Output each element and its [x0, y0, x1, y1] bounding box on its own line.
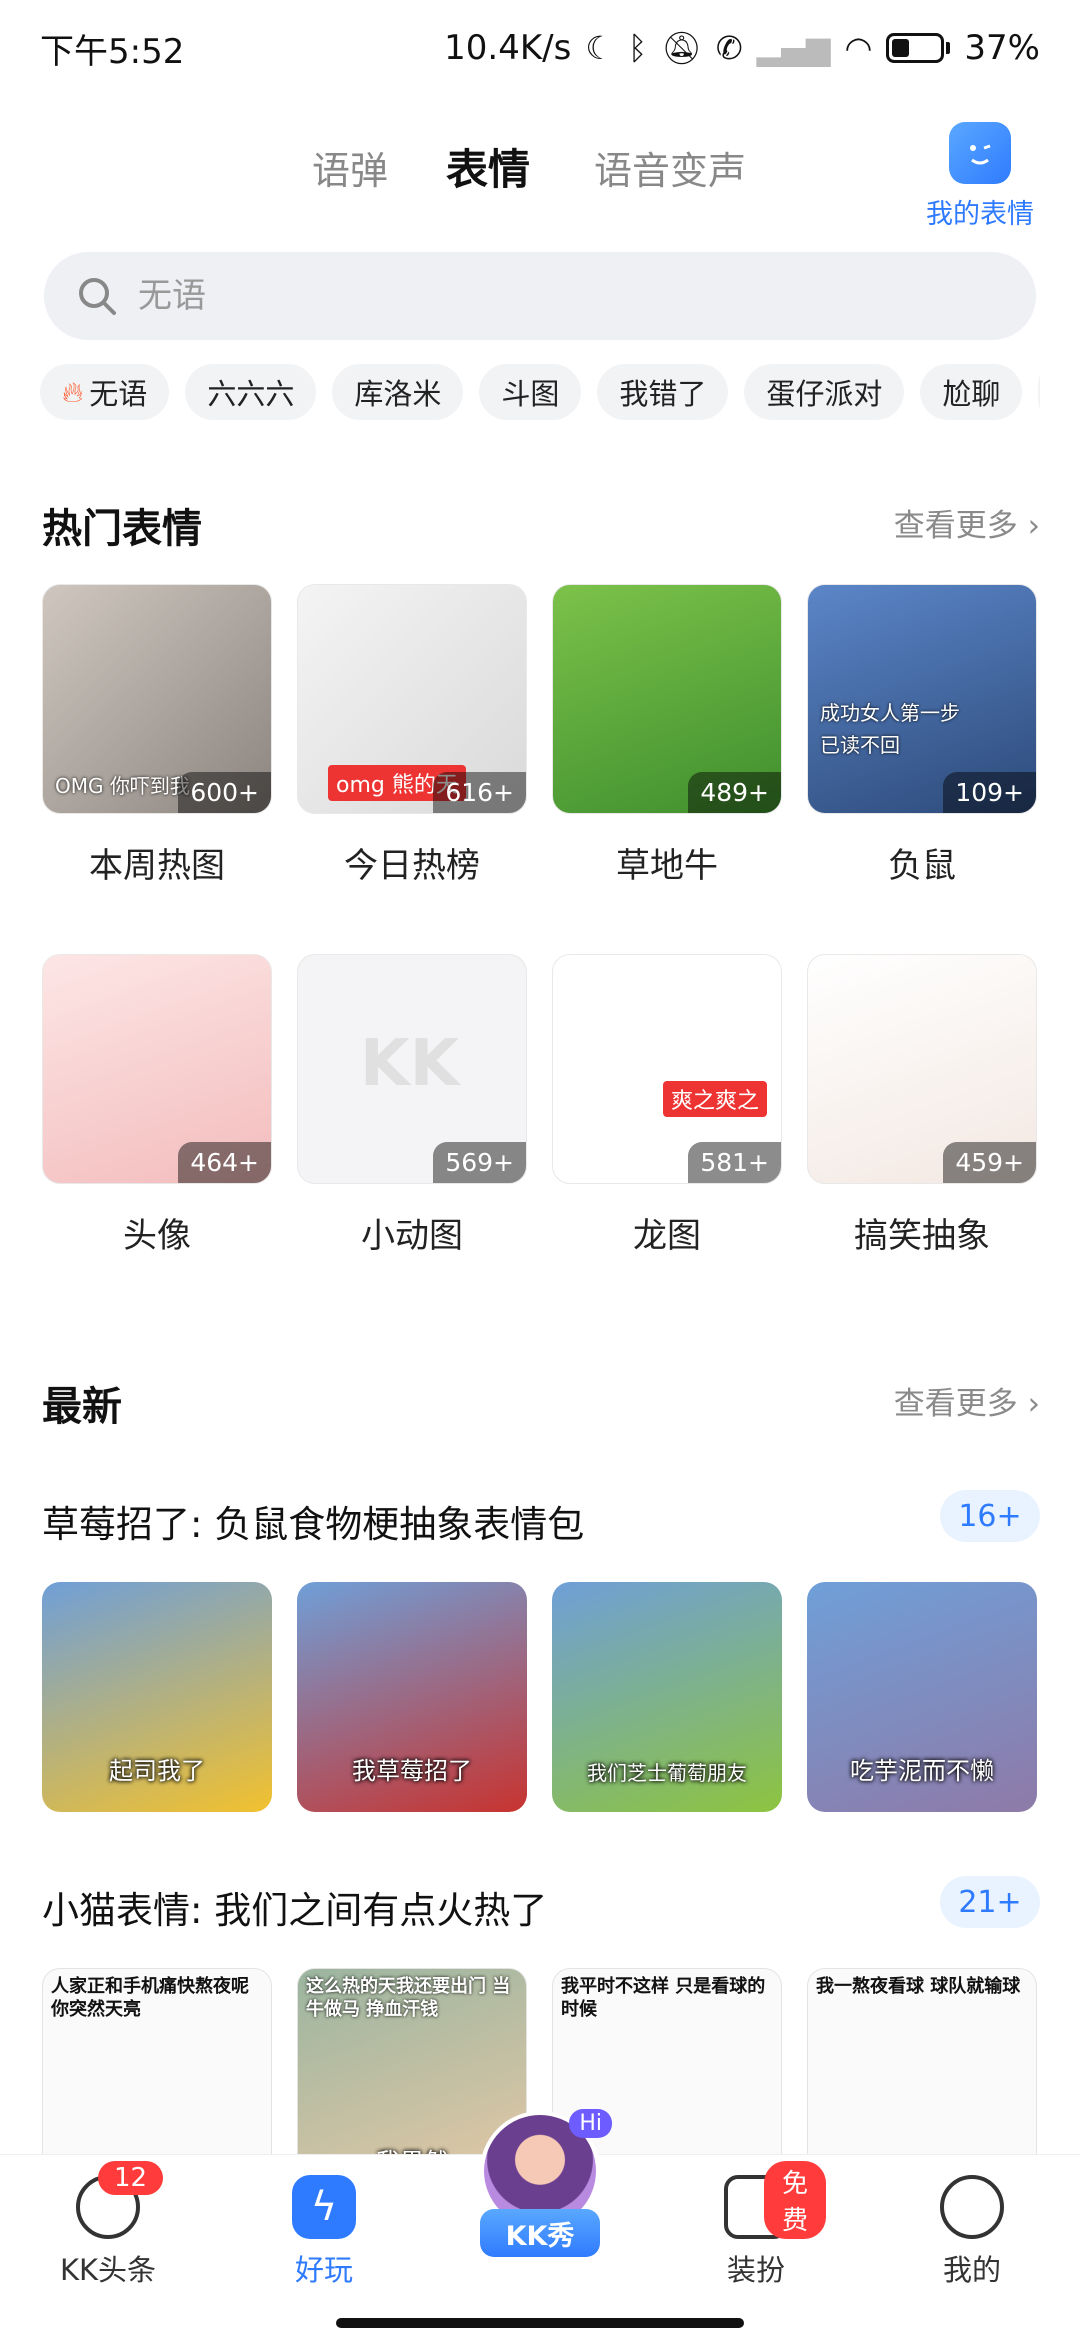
count-badge: 569+	[433, 1142, 526, 1183]
count-badge: 109+	[943, 772, 1036, 813]
moon-icon: ☾	[585, 29, 615, 67]
hot-card-thumb: KK 569+	[297, 954, 527, 1184]
hot-card-thumb: 464+	[42, 954, 272, 1184]
lightning-icon: ϟ	[292, 2175, 356, 2239]
status-bar: 下午5:52 10.4K/s ☾ ᛒ 🔕︎ ✆ ▂▄▆ ◠ 37%	[0, 0, 1080, 96]
nav-badge: 12	[98, 2161, 164, 2195]
bell-off-icon: 🔕︎	[661, 29, 702, 67]
set-item[interactable]: 我们芝士葡萄朋友	[552, 1582, 782, 1812]
set-item[interactable]: 吃芋泥而不懒	[807, 1582, 1037, 1812]
my-emoji-button[interactable]: 我的表情	[920, 122, 1040, 231]
call-blocked-icon: ✆	[715, 29, 743, 67]
hot-card-label: 搞笑抽象	[854, 1216, 990, 1256]
hot-card-thumb: 成功女人第一步 已读不回 109+	[807, 584, 1037, 814]
count-badge: 581+	[688, 1142, 781, 1183]
nav-dress-up[interactable]: 免费 装扮	[686, 2161, 826, 2289]
hot-card-thumb: OMG 你吓到我 600+	[42, 584, 272, 814]
status-time: 下午5:52	[40, 31, 185, 72]
hot-card-label: 小动图	[361, 1216, 463, 1256]
chevron-right-icon: ›	[1027, 508, 1040, 544]
kk-show-label: KK秀	[480, 2209, 600, 2257]
nav-kk-headlines[interactable]: 12 KK头条	[38, 2161, 178, 2289]
search-icon	[79, 278, 116, 315]
set-count-badge[interactable]: 21+	[940, 1876, 1040, 1928]
latest-section-title: 最新	[42, 1384, 122, 1430]
hot-card[interactable]: 成功女人第一步 已读不回 109+ 负鼠	[807, 584, 1037, 887]
my-emoji-label: 我的表情	[926, 199, 1034, 230]
search-input[interactable]	[138, 276, 938, 316]
set-item[interactable]: 我草莓招了	[297, 1582, 527, 1812]
wifi-icon: ◠	[844, 29, 873, 67]
tab-voice-changer[interactable]: 语音变声	[594, 140, 746, 195]
hot-card-label: 草地牛	[616, 846, 718, 886]
hot-card[interactable]: 爽之爽之 581+ 龙图	[552, 954, 782, 1257]
face-icon	[940, 2175, 1004, 2239]
net-speed: 10.4K/s	[444, 28, 572, 68]
latest-see-more[interactable]: 查看更多 ›	[894, 1378, 1040, 1423]
set-row: 起司我了 我草莓招了 我们芝士葡萄朋友 吃芋泥而不懒	[42, 1582, 1038, 1812]
battery-percent: 37%	[964, 28, 1040, 68]
tab-yudan[interactable]: 语弹	[312, 140, 388, 195]
chip-eggy-party[interactable]: 蛋仔派对	[744, 364, 905, 420]
hot-card-label: 负鼠	[888, 846, 956, 886]
hot-card[interactable]: 464+ 头像	[42, 954, 272, 1257]
chip-kuromi[interactable]: 库洛米	[332, 364, 464, 420]
chip-doutu[interactable]: 斗图	[479, 364, 582, 420]
set-item[interactable]: 起司我了	[42, 1582, 272, 1812]
hot-card[interactable]: KK 569+ 小动图	[297, 954, 527, 1257]
hot-card-thumb: omg 熊的天 616+	[297, 584, 527, 814]
chip-more[interactable]	[1038, 364, 1040, 420]
chip-666[interactable]: 六六六	[185, 364, 317, 420]
hot-card[interactable]: omg 熊的天 616+ 今日热榜	[297, 584, 527, 887]
keyword-chips: 🔥︎ 无语 六六六 库洛米 斗图 我错了 蛋仔派对 尬聊	[40, 364, 1040, 420]
status-icons: 10.4K/s ☾ ᛒ 🔕︎ ✆ ▂▄▆ ◠ 37%	[444, 28, 1040, 68]
chip-wocuole[interactable]: 我错了	[597, 364, 729, 420]
count-badge: 489+	[688, 772, 781, 813]
hot-card-label: 本周热图	[89, 846, 225, 886]
home-indicator[interactable]	[336, 2318, 744, 2328]
chip-wuyu[interactable]: 🔥︎ 无语	[40, 364, 170, 420]
hot-card-label: 头像	[123, 1216, 191, 1256]
hot-card-thumb: 489+	[552, 584, 782, 814]
top-tabs: 语弹 表情 语音变声	[0, 140, 1080, 220]
kk-placeholder-logo-icon: KK	[360, 1027, 460, 1101]
hot-grid-row-2: 464+ 头像 KK 569+ 小动图 爽之爽之 581+ 龙图 459+ 搞笑…	[42, 954, 1038, 1257]
hot-card[interactable]: 489+ 草地牛	[552, 584, 782, 887]
bluetooth-icon: ᛒ	[628, 29, 648, 67]
hi-badge: Hi	[569, 2109, 612, 2138]
hot-card[interactable]: OMG 你吓到我 600+ 本周热图	[42, 584, 272, 887]
battery-icon	[886, 33, 951, 63]
signal-icon: ▂▄▆	[756, 29, 831, 67]
hot-card-label: 今日热榜	[344, 846, 480, 886]
count-badge: 600+	[178, 772, 271, 813]
hot-grid-row-1: OMG 你吓到我 600+ 本周热图 omg 熊的天 616+ 今日热榜 489…	[42, 584, 1038, 887]
nav-fun[interactable]: ϟ 好玩	[254, 2175, 394, 2289]
hot-see-more[interactable]: 查看更多 ›	[894, 500, 1040, 545]
nav-badge-free: 免费	[764, 2161, 826, 2239]
hot-card-label: 龙图	[633, 1216, 701, 1256]
emoji-face-icon	[949, 122, 1011, 184]
hot-section-title: 热门表情	[42, 506, 202, 552]
fire-icon: 🔥︎	[62, 374, 84, 409]
count-badge: 459+	[943, 1142, 1036, 1183]
nav-me[interactable]: 我的	[902, 2175, 1042, 2289]
tab-emoji[interactable]: 表情	[446, 136, 530, 203]
hot-card-thumb: 459+	[807, 954, 1037, 1184]
chevron-right-icon: ›	[1027, 1386, 1040, 1422]
hot-card[interactable]: 459+ 搞笑抽象	[807, 954, 1037, 1257]
set-count-badge[interactable]: 16+	[940, 1490, 1040, 1542]
set-title[interactable]: 草莓招了: 负鼠食物梗抽象表情包	[42, 1494, 584, 1548]
set-title[interactable]: 小猫表情: 我们之间有点火热了	[42, 1880, 547, 1934]
bottom-nav: 12 KK头条 ϟ 好玩 Hi KK秀 免费 装扮 我的	[0, 2109, 1080, 2340]
chip-awkward-chat[interactable]: 尬聊	[920, 364, 1023, 420]
nav-kk-show[interactable]: Hi KK秀	[468, 2109, 612, 2257]
search-bar[interactable]	[44, 252, 1036, 340]
hot-card-thumb: 爽之爽之 581+	[552, 954, 782, 1184]
count-badge: 616+	[433, 772, 526, 813]
count-badge: 464+	[178, 1142, 271, 1183]
